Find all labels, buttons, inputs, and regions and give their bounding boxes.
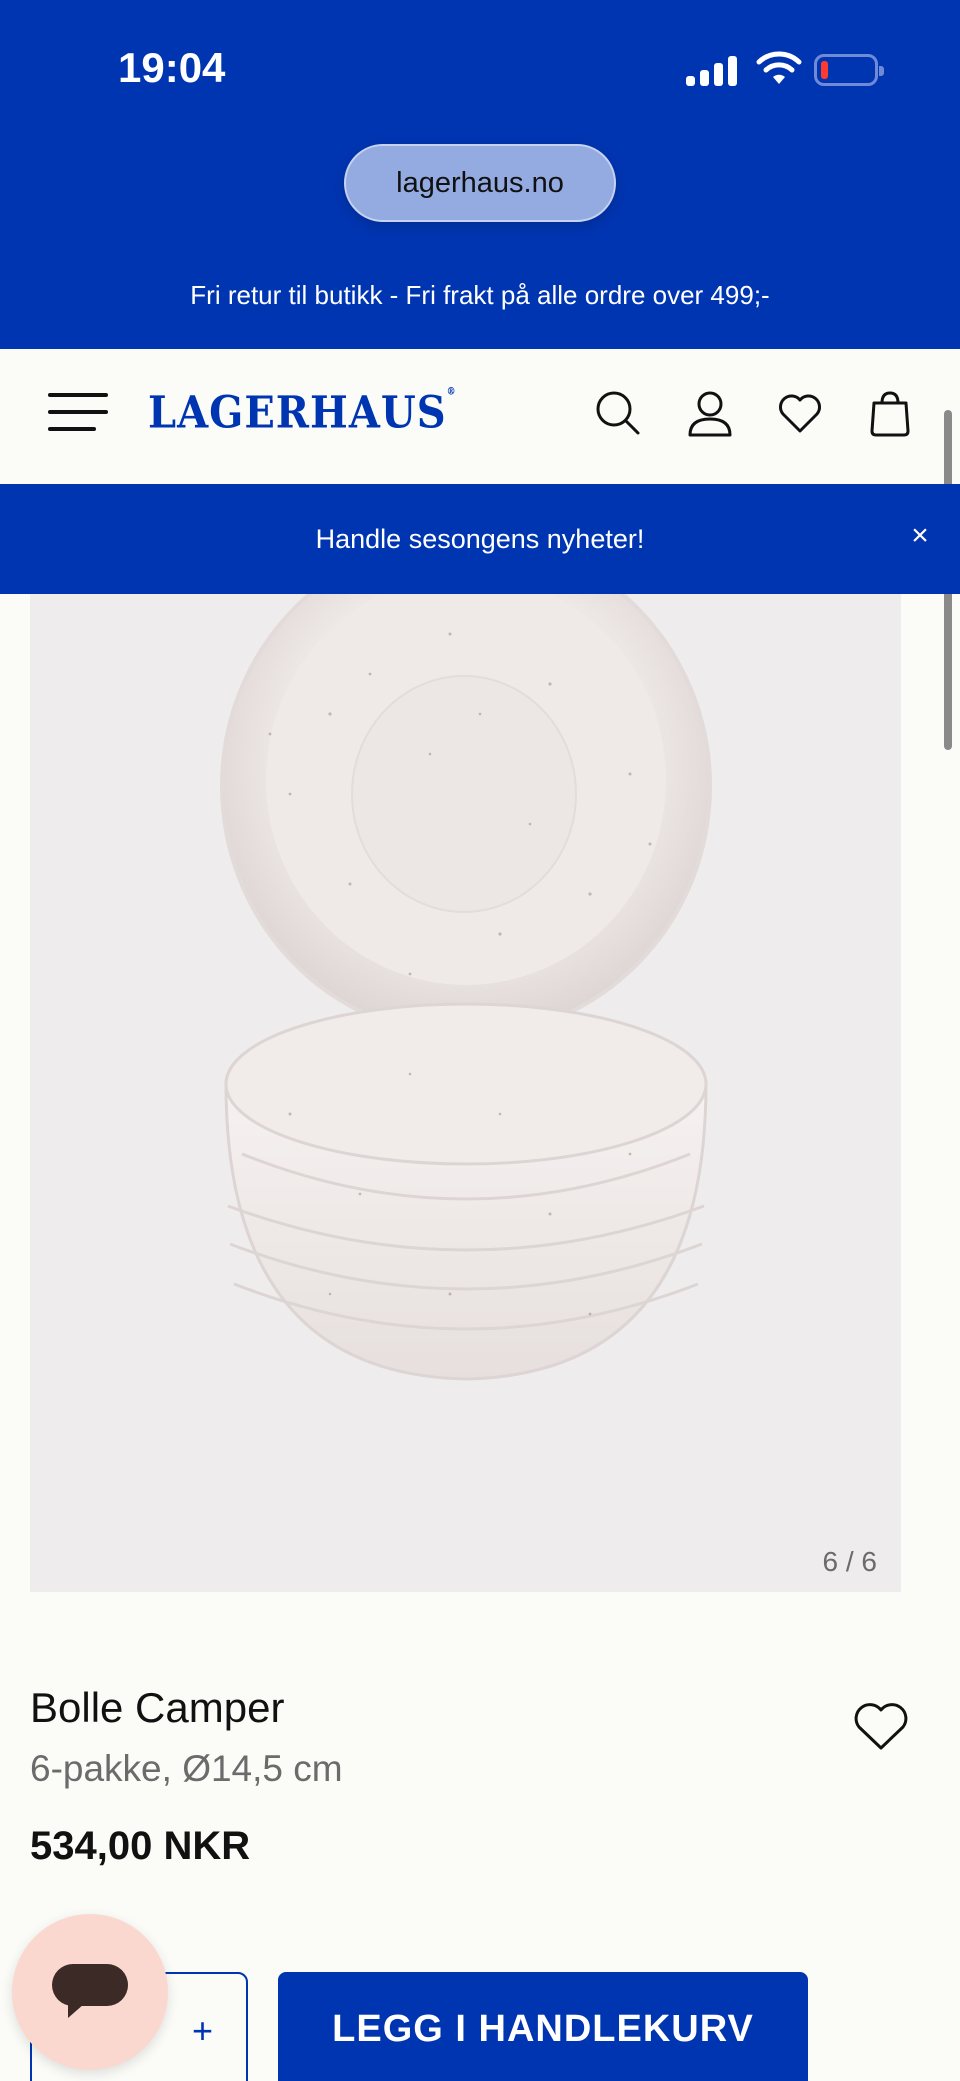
bowl-illustration [220,594,712,1381]
chat-icon [52,1964,128,2018]
site-header: LAGERHAUS® [0,349,960,484]
battery-icon [814,54,884,86]
qty-plus-button[interactable]: + [192,2010,213,2052]
announcement-text: Handle sesongens nyheter! [315,523,645,554]
add-to-cart-button[interactable]: LEGG I HANDLEKURV [278,1972,808,2081]
announcement-bar[interactable]: Handle sesongens nyheter! × [0,484,960,594]
add-to-cart-label: LEGG I HANDLEKURV [332,2008,754,2050]
product-image[interactable]: 6 / 6 [30,594,901,1592]
wishlist-icon[interactable] [776,389,824,437]
product-subtitle: 6-pakke, Ø14,5 cm [30,1748,343,1789]
status-icons [686,50,886,90]
menu-icon[interactable] [48,389,108,435]
logo-text: LAGERHAUS [148,386,447,439]
product-price: 534,00 NKR [30,1824,251,1868]
favorite-heart-icon[interactable] [852,1700,910,1752]
chat-button[interactable] [12,1914,168,2070]
account-icon[interactable] [686,389,734,437]
browser-url-bar[interactable]: lagerhaus.no [344,144,616,222]
promo-text[interactable]: Fri retur til butikk - Fri frakt på alle… [0,280,960,311]
search-icon[interactable] [594,389,642,437]
gallery-counter: 6 / 6 [822,1546,877,1577]
site-logo[interactable]: LAGERHAUS® [148,387,457,439]
close-icon[interactable]: × [902,518,938,554]
cart-icon[interactable] [866,389,914,437]
status-time: 19:04 [118,44,226,91]
signal-icon [686,54,738,86]
wifi-icon [756,51,802,84]
product-title: Bolle Camper [30,1684,285,1731]
